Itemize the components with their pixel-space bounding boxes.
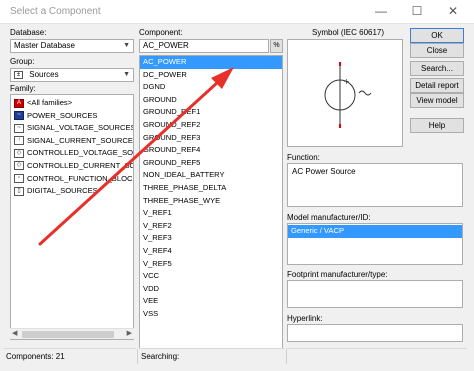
annotation-arrow-icon xyxy=(38,67,234,246)
